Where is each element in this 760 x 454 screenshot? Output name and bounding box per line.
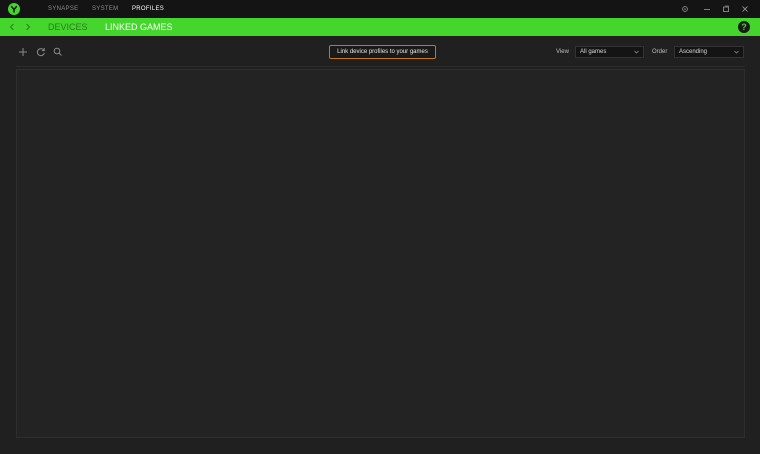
tab-linked-games[interactable]: LINKED GAMES [105, 18, 173, 36]
order-label: Order [652, 49, 668, 55]
close-icon[interactable] [737, 0, 753, 18]
view-dropdown[interactable]: All games [575, 46, 644, 58]
app-window: SYNAPSE SYSTEM PROFILES DEVICES LINKED G… [0, 0, 760, 454]
add-icon[interactable] [17, 45, 29, 57]
tab-devices[interactable]: DEVICES [48, 18, 88, 36]
tab-synapse[interactable]: SYNAPSE [48, 0, 78, 18]
order-dropdown-value: Ascending [679, 49, 708, 55]
minimize-icon[interactable] [699, 0, 715, 18]
razer-logo-icon[interactable] [8, 3, 20, 15]
tab-profiles[interactable]: PROFILES [132, 0, 164, 18]
linked-games-list [16, 69, 745, 438]
chevron-down-icon [734, 50, 739, 54]
help-icon[interactable]: ? [738, 21, 750, 33]
search-icon[interactable] [52, 45, 64, 57]
back-arrow-icon[interactable] [6, 18, 18, 36]
view-dropdown-value: All games [580, 49, 607, 55]
chevron-down-icon [634, 50, 639, 54]
settings-gear-icon[interactable] [677, 0, 693, 18]
toolbar-divider [16, 66, 745, 67]
refresh-icon[interactable] [35, 45, 47, 57]
forward-arrow-icon[interactable] [22, 18, 34, 36]
link-profiles-tooltip: Link device profiles to your games [329, 45, 436, 59]
tab-system[interactable]: SYSTEM [92, 0, 118, 18]
view-label: View [556, 49, 569, 55]
maximize-icon[interactable] [718, 0, 734, 18]
title-bar: SYNAPSE SYSTEM PROFILES [0, 0, 760, 18]
order-dropdown[interactable]: Ascending [674, 46, 744, 58]
nav-bar: DEVICES LINKED GAMES ? [0, 18, 760, 36]
